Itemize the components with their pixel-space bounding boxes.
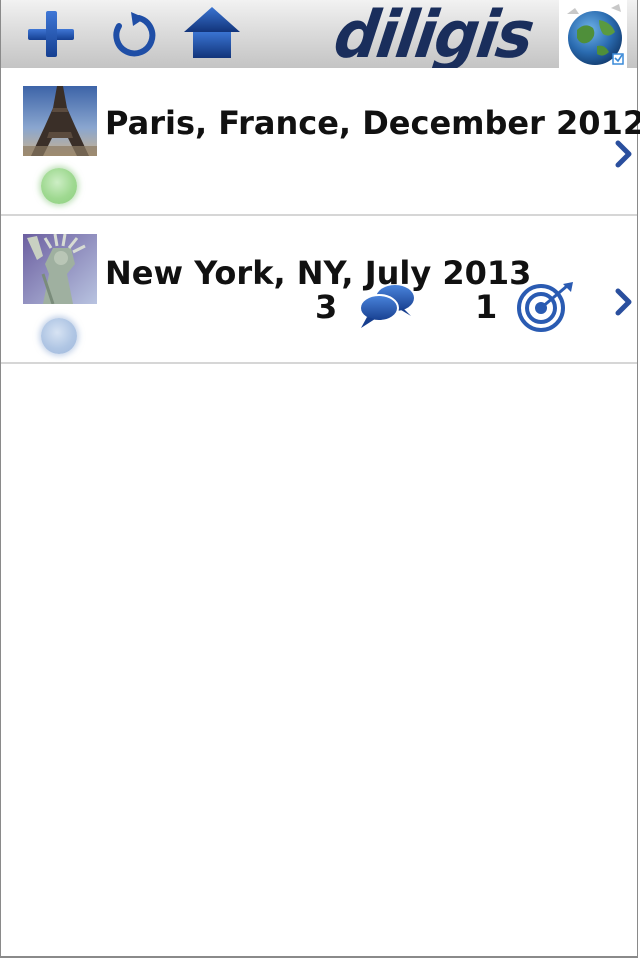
- status-indicator: [41, 318, 77, 354]
- targets-count: 1: [475, 288, 498, 326]
- globe-avatar-icon: [559, 0, 627, 68]
- trip-row-paris[interactable]: Paris, France, December 2012: [1, 68, 640, 216]
- logo-text: diligis: [329, 0, 538, 73]
- toolbar: diligis: [1, 0, 637, 73]
- home-icon: [184, 7, 240, 58]
- trip-list: Paris, France, December 2012 New York, N…: [1, 68, 640, 364]
- app-frame: diligis Paris, France, December 2012 New…: [0, 0, 640, 958]
- refresh-button[interactable]: [105, 6, 161, 62]
- chevron-right-icon: [615, 140, 632, 168]
- refresh-icon: [113, 12, 156, 57]
- trip-title: New York, NY, July 2013: [105, 254, 532, 292]
- eiffel-tower-thumbnail: [23, 86, 97, 156]
- app-logo: diligis: [330, 0, 537, 73]
- user-avatar[interactable]: [559, 0, 627, 68]
- statue-of-liberty-thumbnail: [23, 234, 97, 304]
- comments-icon[interactable]: [357, 282, 417, 330]
- chevron-right-icon: [615, 288, 632, 316]
- plus-icon: [28, 11, 74, 57]
- trip-title: Paris, France, December 2012: [105, 104, 640, 142]
- home-button[interactable]: [181, 4, 243, 62]
- target-icon[interactable]: [515, 280, 575, 334]
- add-button[interactable]: [23, 6, 79, 62]
- status-indicator: [41, 168, 77, 204]
- comments-count: 3: [315, 288, 338, 326]
- trip-row-new-york[interactable]: New York, NY, July 2013 3 1: [1, 216, 637, 364]
